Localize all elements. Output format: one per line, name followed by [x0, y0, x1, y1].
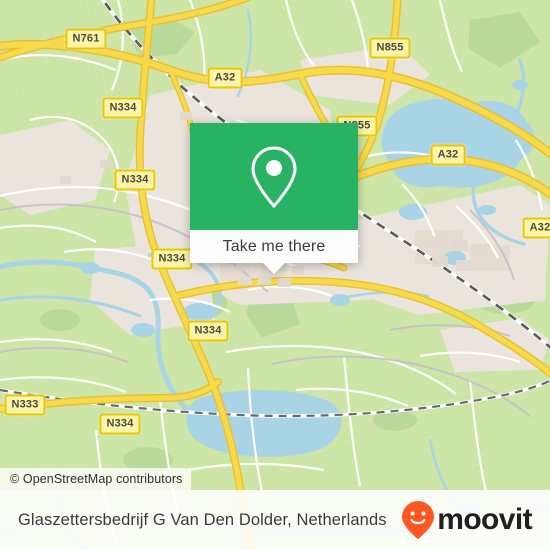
- road-shield-n334: N334: [99, 413, 141, 435]
- road-shield-n334: N334: [102, 97, 144, 119]
- road-shield-n333: N333: [4, 394, 46, 416]
- moovit-wordmark: moovit: [437, 503, 532, 536]
- place-title: Glaszettersbedrijf G Van Den Dolder, Net…: [18, 510, 387, 529]
- footer-bar: Glaszettersbedrijf G Van Den Dolder, Net…: [0, 490, 550, 550]
- attribution-text: © OpenStreetMap contributors: [10, 472, 183, 486]
- take-me-there-button[interactable]: Take me there: [190, 230, 358, 263]
- map-canvas[interactable]: N761N855A32N334N855A32N334A32N334N334N33…: [0, 0, 550, 550]
- map-attribution[interactable]: © OpenStreetMap contributors: [0, 468, 191, 490]
- map-pin-icon: [251, 145, 297, 208]
- moovit-pin-smiley-icon: [402, 501, 435, 539]
- road-shield-n334: N334: [187, 320, 229, 342]
- road-shield-n855: N855: [369, 37, 411, 59]
- take-me-there-label: Take me there: [222, 237, 326, 255]
- road-shield-a32: A32: [430, 144, 466, 166]
- road-shield-a32: A32: [207, 67, 243, 89]
- moovit-logo[interactable]: moovit: [401, 500, 533, 540]
- place-card-image: [190, 123, 358, 230]
- road-shield-a32: A32: [522, 217, 550, 239]
- road-shield-n761: N761: [65, 28, 107, 50]
- place-card-pointer: [263, 263, 285, 274]
- road-shield-n334: N334: [114, 169, 156, 191]
- place-card[interactable]: Take me there: [190, 123, 358, 274]
- road-shield-n334: N334: [151, 248, 193, 270]
